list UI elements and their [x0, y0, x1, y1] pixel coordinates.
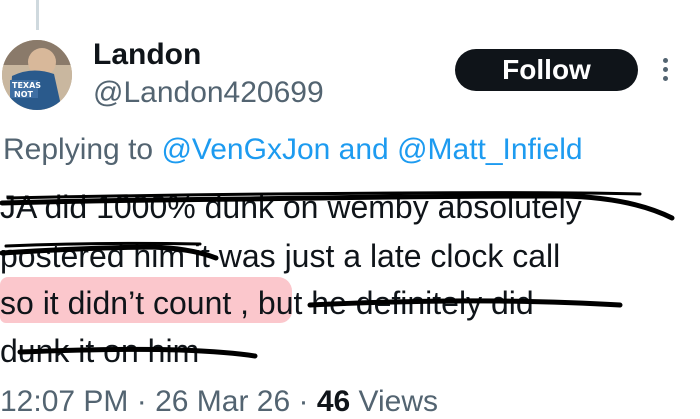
strikethrough-annotations — [0, 191, 675, 359]
timestamp[interactable]: 12:07 PM · 26 Mar 26 · — [0, 385, 317, 418]
views-label: Views — [350, 385, 439, 418]
views-count: 46 — [316, 385, 351, 418]
tweet-meta: 12:07 PM · 26 Mar 26 · 46 Views — [0, 385, 438, 419]
